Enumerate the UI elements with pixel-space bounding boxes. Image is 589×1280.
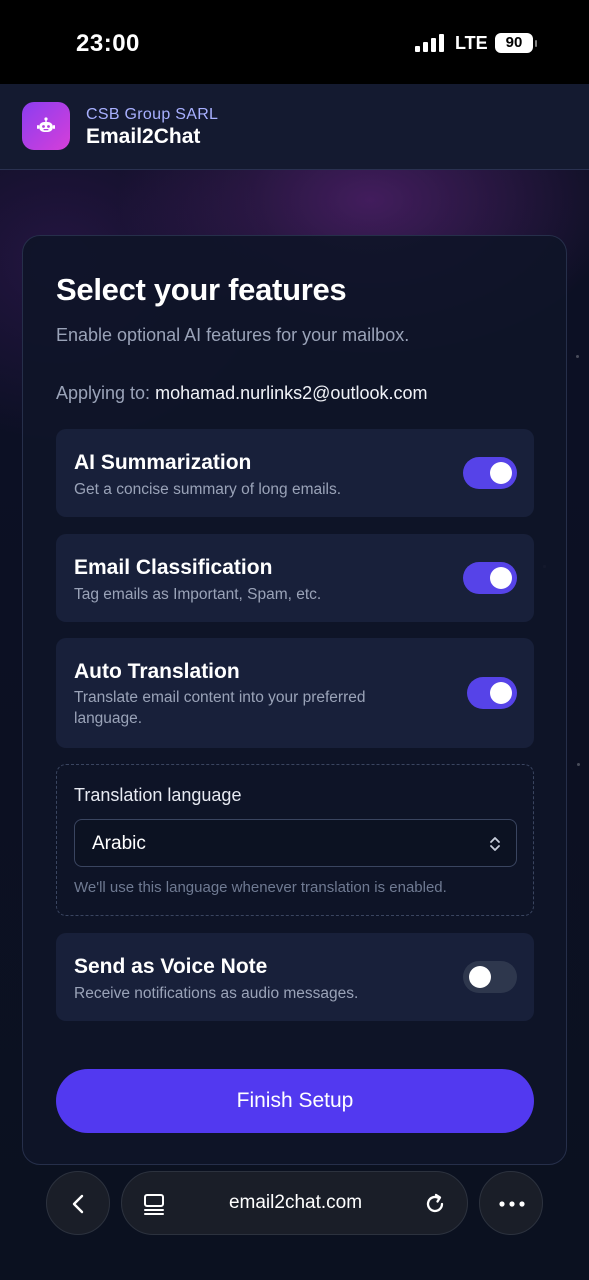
email-classification-toggle[interactable] bbox=[463, 562, 517, 594]
feature-email-classification: Email Classification Tag emails as Impor… bbox=[56, 534, 534, 622]
translation-language-label: Translation language bbox=[74, 785, 242, 805]
more-icon bbox=[499, 1201, 525, 1207]
battery-icon: 90 bbox=[495, 33, 537, 53]
status-time: 23:00 bbox=[76, 30, 140, 57]
selected-language: Arabic bbox=[92, 833, 146, 854]
feature-voice-note: Send as Voice Note Receive notifications… bbox=[56, 933, 534, 1021]
back-button[interactable] bbox=[46, 1171, 110, 1235]
ai-summarization-toggle[interactable] bbox=[463, 457, 517, 489]
status-bar: 23:00 LTE 90 bbox=[0, 0, 589, 84]
address-bar[interactable]: email2chat.com bbox=[121, 1171, 468, 1235]
signal-bars-icon bbox=[415, 34, 445, 52]
feature-description: Receive notifications as audio messages. bbox=[74, 985, 359, 1002]
applying-to: Applying to: mohamad.nurlinks2@outlook.c… bbox=[56, 383, 427, 404]
reload-icon bbox=[426, 1193, 444, 1213]
translation-language-hint: We'll use this language whenever transla… bbox=[74, 879, 447, 896]
more-button[interactable] bbox=[479, 1171, 543, 1235]
feature-title: Email Classification bbox=[74, 556, 273, 579]
feature-title: AI Summarization bbox=[74, 451, 252, 474]
page-title: Select your features bbox=[56, 272, 347, 307]
feature-description: Translate email content into your prefer… bbox=[74, 689, 366, 727]
url-text: email2chat.com bbox=[228, 1192, 363, 1213]
voice-note-toggle[interactable] bbox=[463, 961, 517, 993]
page-subtitle: Enable optional AI features for your mai… bbox=[56, 325, 410, 345]
finish-setup-button[interactable]: Finish Setup bbox=[56, 1069, 534, 1133]
robot-icon bbox=[37, 117, 55, 132]
feature-ai-summarization: AI Summarization Get a concise summary o… bbox=[56, 429, 534, 517]
applying-email: mohamad.nurlinks2@outlook.com bbox=[155, 383, 428, 403]
feature-title: Auto Translation bbox=[74, 660, 240, 683]
background-dot bbox=[577, 763, 580, 766]
chevron-up-down-icon bbox=[490, 837, 500, 851]
network-type: LTE bbox=[455, 33, 488, 53]
applying-label: Applying to: bbox=[56, 383, 151, 403]
auto-translation-toggle[interactable] bbox=[467, 677, 517, 709]
feature-title: Send as Voice Note bbox=[74, 955, 268, 978]
app-name: Email2Chat bbox=[86, 125, 201, 148]
battery-level: 90 bbox=[505, 34, 523, 51]
app-header: CSB Group SARL Email2Chat bbox=[0, 84, 589, 170]
back-icon bbox=[72, 1194, 84, 1214]
app-logo bbox=[22, 102, 70, 150]
feature-description: Get a concise summary of long emails. bbox=[74, 481, 342, 498]
translation-language-select[interactable]: Arabic bbox=[74, 819, 517, 867]
feature-auto-translation: Auto Translation Translate email content… bbox=[56, 638, 534, 748]
background-dot bbox=[576, 355, 579, 358]
feature-description: Tag emails as Important, Spam, etc. bbox=[74, 586, 322, 603]
translation-language-panel: Translation language Arabic We'll use th… bbox=[56, 764, 534, 916]
organization-name: CSB Group SARL bbox=[86, 106, 219, 123]
feature-setup-card: Select your features Enable optional AI … bbox=[22, 235, 567, 1165]
